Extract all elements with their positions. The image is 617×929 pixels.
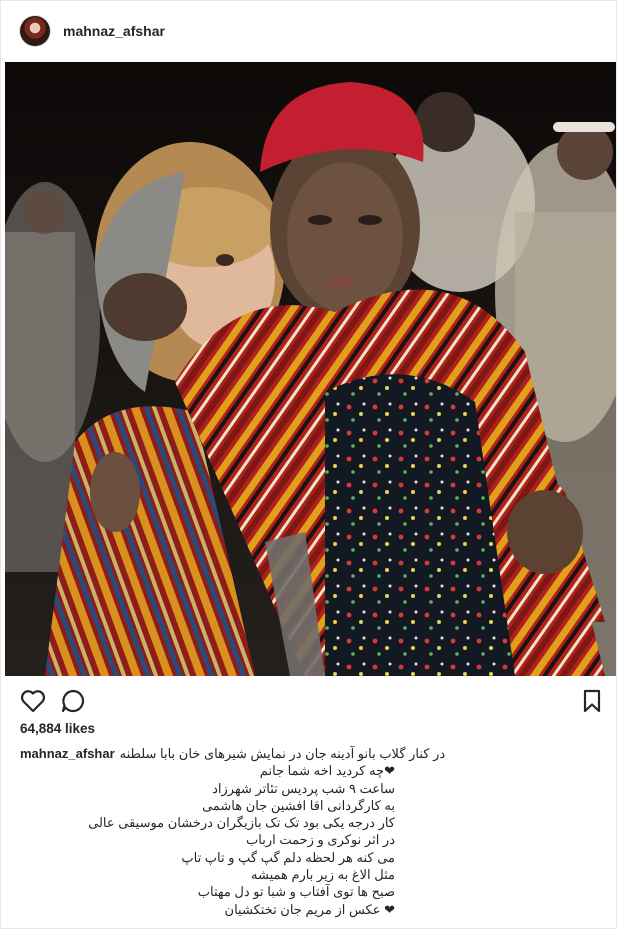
comment-icon[interactable] [59,687,87,715]
heart-icon[interactable] [19,687,47,715]
caption-line: ❤چه کردید اخه شما جانم [259,763,395,779]
caption-line: در اثر نوکری و زحمت ارباب [246,832,395,848]
like-count[interactable]: 64,884 likes [20,721,95,736]
caption-username[interactable]: mahnaz_afshar [20,745,115,762]
photo-illustration [5,62,616,676]
post-header: mahnaz_afshar [1,1,616,61]
instagram-post: mahnaz_afshar 64,884 likes mahnaz_afshar… [0,0,617,929]
post-photo[interactable] [5,62,616,676]
caption-line: می کنه هر لحظه دلم گپ گپ و تاپ تاپ [181,849,395,865]
post-username[interactable]: mahnaz_afshar [63,23,165,39]
caption-line: به کارگردانی اقا افشین جان هاشمی [202,797,395,813]
caption-line: ساعت ۹ شب پردیس تئاتر شهرزاد [212,780,395,796]
caption-line: کار درجه یکی بود تک تک بازیگران درخشان م… [88,815,395,831]
caption-line: ❤ عکس از مریم جان تختکشیان [224,901,395,917]
post-actions [1,679,616,723]
post-caption: mahnaz_afshar در کنار گلاب بانو آدینه جا… [20,745,445,918]
bookmark-icon[interactable] [578,687,606,715]
caption-line: مثل الاغ به زیر بارم همیشه [251,867,395,883]
caption-line: در کنار گلاب بانو آدینه جان در نمایش شیر… [119,746,446,761]
profile-avatar[interactable] [20,16,50,46]
caption-first-row: mahnaz_afshar در کنار گلاب بانو آدینه جا… [20,745,445,762]
caption-line: صبح ها توی آفتاب و شبا تو دل مهتاب [197,884,395,900]
